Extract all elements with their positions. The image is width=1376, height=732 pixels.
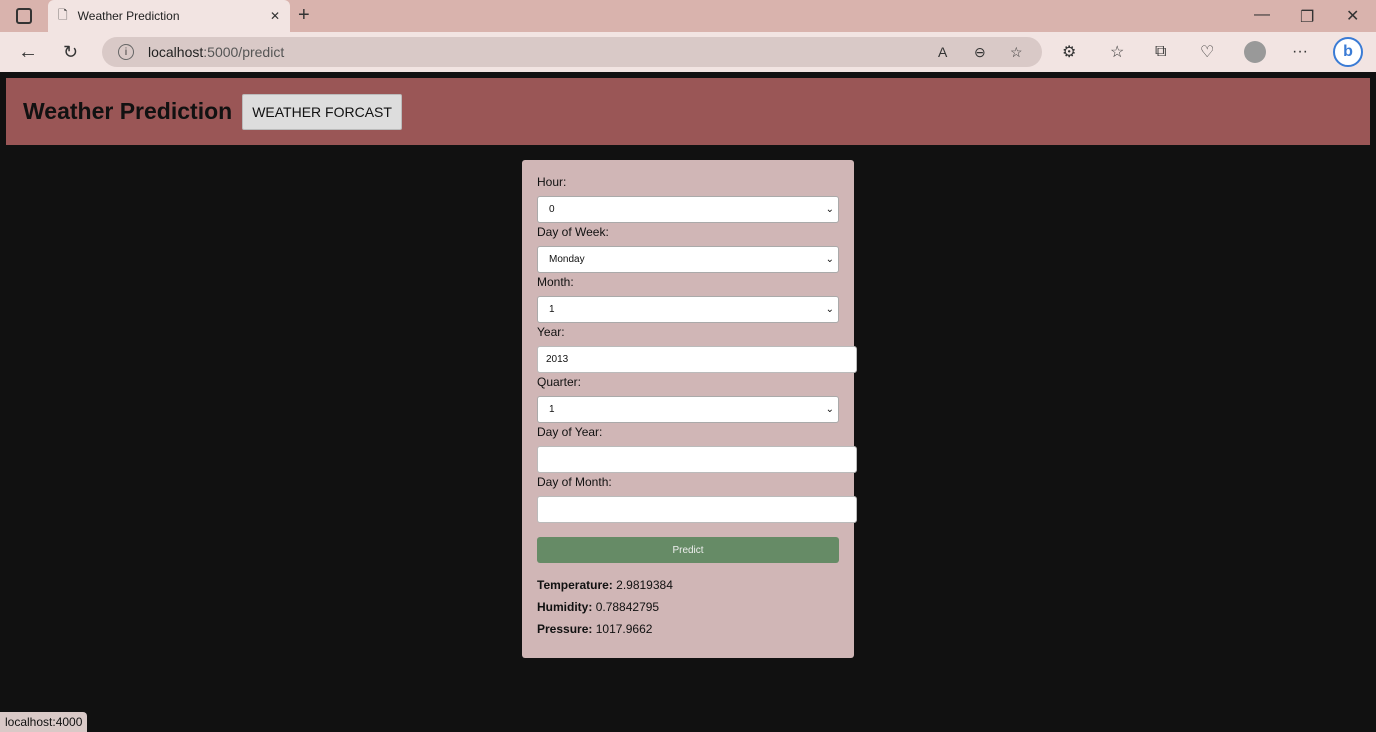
- pressure-result: Pressure: 1017.9662: [537, 618, 839, 640]
- day-of-month-input[interactable]: [537, 496, 857, 523]
- year-input[interactable]: 2013: [537, 346, 857, 373]
- year-value: 2013: [546, 354, 569, 365]
- profile-avatar-icon[interactable]: [1244, 41, 1266, 63]
- quarter-label: Quarter:: [537, 375, 582, 389]
- url-path: :5000/predict: [203, 44, 285, 60]
- tab-title: Weather Prediction: [77, 9, 180, 23]
- result-label: Temperature:: [537, 578, 613, 592]
- restore-icon[interactable]: ❐: [1300, 7, 1314, 27]
- close-window-icon[interactable]: ✕: [1346, 6, 1359, 26]
- chevron-down-icon: ⌄: [825, 304, 834, 315]
- tab-weather-prediction[interactable]: 🗋 Weather Prediction ✕: [48, 0, 290, 32]
- minimize-icon[interactable]: —: [1254, 6, 1270, 24]
- refresh-icon[interactable]: ↻: [63, 42, 78, 63]
- chevron-down-icon: ⌄: [825, 204, 834, 215]
- result-value: 2.9819384: [616, 578, 673, 592]
- page-title: Weather Prediction: [23, 98, 233, 124]
- new-tab-icon[interactable]: +: [298, 4, 310, 27]
- address-bar[interactable]: i localhost:5000/predict A ⊖ ☆: [102, 37, 1042, 67]
- tab-bar: 🗋 Weather Prediction ✕ + — ❐ ✕: [0, 0, 1376, 32]
- sidebar-toggle-icon[interactable]: [16, 8, 32, 24]
- performance-icon[interactable]: ♡: [1200, 42, 1214, 62]
- temperature-result: Temperature: 2.9819384: [537, 574, 839, 596]
- page-icon: 🗋: [58, 7, 68, 22]
- more-icon[interactable]: ···: [1292, 43, 1308, 61]
- result-value: 1017.9662: [595, 622, 653, 636]
- close-tab-icon[interactable]: ✕: [270, 9, 280, 23]
- day-of-week-select[interactable]: Monday ⌄: [537, 246, 839, 273]
- hour-value: 0: [549, 204, 555, 215]
- chevron-down-icon: ⌄: [825, 404, 834, 415]
- result-label: Humidity:: [537, 600, 593, 614]
- day-of-week-label: Day of Week:: [537, 225, 609, 239]
- quarter-select[interactable]: 1 ⌄: [537, 396, 839, 423]
- day-of-year-label: Day of Year:: [537, 425, 603, 439]
- weather-forecast-button[interactable]: WEATHER FORCAST: [242, 93, 402, 130]
- read-aloud-icon[interactable]: A: [938, 44, 947, 60]
- predict-button[interactable]: Predict: [537, 537, 839, 563]
- quarter-value: 1: [549, 404, 555, 415]
- result-value: 0.78842795: [595, 600, 660, 614]
- year-label: Year:: [537, 325, 565, 339]
- back-icon[interactable]: ←: [18, 41, 38, 64]
- favorite-add-icon[interactable]: ☆: [1010, 44, 1023, 61]
- toolbar: ← ↻ i localhost:5000/predict A ⊖ ☆ ⚙ ☆ ⧉…: [0, 32, 1376, 72]
- collections-icon[interactable]: ⧉: [1155, 43, 1166, 61]
- day-of-month-label: Day of Month:: [537, 475, 612, 489]
- hour-select[interactable]: 0 ⌄: [537, 196, 839, 223]
- chevron-down-icon: ⌄: [825, 254, 834, 265]
- month-label: Month:: [537, 275, 574, 289]
- favorites-icon[interactable]: ☆: [1110, 42, 1124, 62]
- status-bar-url: localhost:4000: [0, 712, 88, 732]
- month-select[interactable]: 1 ⌄: [537, 296, 839, 323]
- info-icon: i: [118, 44, 134, 60]
- zoom-icon[interactable]: ⊖: [974, 44, 986, 61]
- page-header: Weather Prediction WEATHER FORCAST: [6, 78, 1370, 145]
- humidity-result: Humidity: 0.78842795: [537, 596, 839, 618]
- results: Temperature: 2.9819384 Humidity: 0.78842…: [537, 574, 839, 640]
- month-value: 1: [549, 304, 555, 315]
- extensions-icon[interactable]: ⚙: [1062, 42, 1076, 62]
- day-of-week-value: Monday: [549, 254, 585, 265]
- result-label: Pressure:: [537, 622, 593, 636]
- bing-icon[interactable]: b: [1333, 37, 1363, 67]
- day-of-year-input[interactable]: [537, 446, 857, 473]
- prediction-form: Hour: 0 ⌄ Day of Week: Monday ⌄ Month: 1 ⌄ …: [522, 160, 857, 658]
- url-host: localhost: [148, 44, 204, 60]
- hour-label: Hour:: [537, 175, 567, 189]
